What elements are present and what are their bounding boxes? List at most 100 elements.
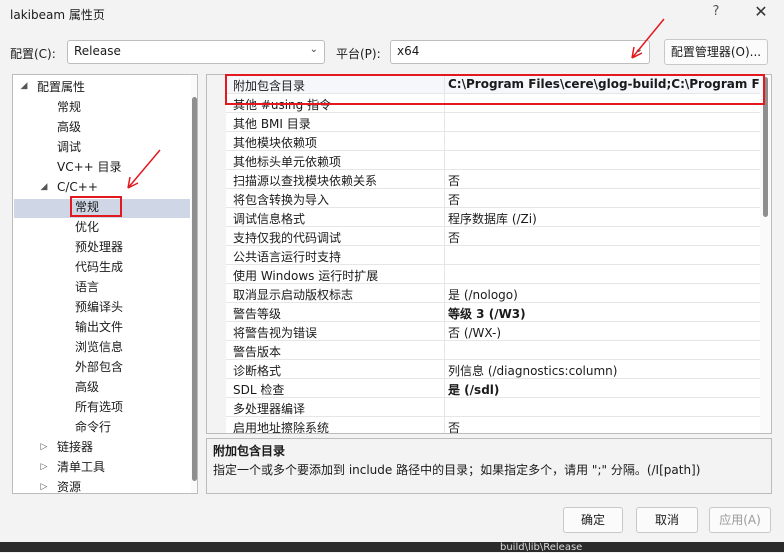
property-value[interactable]: 否 (/WX-) [448, 324, 501, 341]
highlight-box-include-dirs [225, 74, 765, 105]
property-name: 支持仅我的代码调试 [233, 231, 342, 245]
tree-item-manifest-tool[interactable]: 清单工具 [57, 458, 105, 477]
property-name: 公共语言运行时支持 [233, 250, 342, 264]
property-value[interactable]: 等级 3 (/W3) [448, 305, 526, 322]
grid-scrollbar[interactable] [760, 75, 771, 433]
property-name: 警告版本 [233, 345, 282, 359]
column-divider [444, 208, 445, 227]
property-row[interactable]: 将警告视为错误 否 (/WX-) [226, 322, 760, 341]
column-divider [444, 360, 445, 379]
ok-button[interactable]: 确定 [563, 507, 623, 533]
column-divider [444, 227, 445, 246]
expanded-arrow-icon[interactable]: ◢ [19, 81, 29, 91]
background-text: build\lib\Release [500, 542, 583, 553]
property-tree: ◢ 配置属性 常规 高级 调试 VC++ 目录 ◢ C/C++ 常规 优化 预处… [12, 74, 198, 494]
column-divider [444, 132, 445, 151]
background-window-strip [0, 542, 784, 552]
property-row[interactable]: 其他标头单元依赖项 [226, 151, 760, 170]
property-name: 取消显示启动版权标志 [233, 288, 354, 302]
tree-item-optimization[interactable]: 优化 [75, 218, 99, 237]
config-select[interactable]: Release ⌄ [67, 40, 325, 64]
property-row[interactable]: 警告等级 等级 3 (/W3) [226, 303, 760, 322]
platform-label: 平台(P): [336, 47, 381, 61]
property-row[interactable]: 取消显示启动版权标志 是 (/nologo) [226, 284, 760, 303]
property-value[interactable]: 是 (/sdl) [448, 381, 499, 398]
apply-button[interactable]: 应用(A) [709, 507, 771, 533]
property-name: 启用地址擦除系统 [233, 421, 330, 434]
property-name: 使用 Windows 运行时扩展 [233, 269, 379, 283]
configuration-manager-button[interactable]: 配置管理器(O)... [664, 39, 768, 65]
property-row[interactable]: SDL 检查 是 (/sdl) [226, 379, 760, 398]
property-row[interactable]: 诊断格式 列信息 (/diagnostics:column) [226, 360, 760, 379]
property-row[interactable]: 将包含转换为导入 否 [226, 189, 760, 208]
tree-item-external-includes[interactable]: 外部包含 [75, 358, 123, 377]
help-button[interactable]: ? [708, 4, 724, 24]
description-panel: 附加包含目录 指定一个或多个要添加到 include 路径中的目录；如果指定多个… [206, 438, 772, 494]
cancel-button[interactable]: 取消 [636, 507, 698, 533]
title-bar: lakibeam 属性页 ? ✕ [0, 0, 784, 32]
tree-item-general[interactable]: 常规 [57, 98, 81, 117]
tree-item-language[interactable]: 语言 [75, 278, 99, 297]
property-name: SDL 检查 [233, 383, 285, 397]
collapsed-arrow-icon[interactable]: ▷ [39, 482, 49, 492]
column-divider [444, 284, 445, 303]
property-name: 诊断格式 [233, 364, 282, 378]
tree-scrollbar-thumb[interactable] [192, 97, 197, 481]
column-divider [444, 303, 445, 322]
property-row[interactable]: 警告版本 [226, 341, 760, 360]
tree-item-all-options[interactable]: 所有选项 [75, 398, 123, 417]
collapsed-arrow-icon[interactable]: ▷ [39, 462, 49, 472]
tree-item-vcpp-directories[interactable]: VC++ 目录 [57, 158, 122, 177]
property-value[interactable]: 否 [448, 172, 460, 189]
property-name: 多处理器编译 [233, 402, 306, 416]
property-value[interactable]: 列信息 (/diagnostics:column) [448, 362, 617, 379]
config-value: Release [74, 44, 121, 58]
tree-item-config-properties[interactable]: 配置属性 [37, 78, 85, 97]
tree-item-output-files[interactable]: 输出文件 [75, 318, 123, 337]
property-row[interactable]: 调试信息格式 程序数据库 (/Zi) [226, 208, 760, 227]
column-divider [444, 398, 445, 417]
property-value[interactable]: 否 [448, 419, 460, 433]
property-name: 其他 BMI 目录 [233, 117, 311, 131]
tree-item-advanced[interactable]: 高级 [57, 118, 81, 137]
property-row[interactable]: 使用 Windows 运行时扩展 [226, 265, 760, 284]
property-name: 扫描源以查找模块依赖关系 [233, 174, 378, 188]
tree-scrollbar[interactable] [191, 75, 197, 493]
chevron-down-icon: ⌄ [309, 44, 318, 55]
property-value[interactable]: 否 [448, 229, 460, 246]
property-row[interactable]: 启用地址擦除系统 否 [226, 417, 760, 434]
tree-item-cpp[interactable]: C/C++ [57, 178, 98, 197]
tree-item-code-generation[interactable]: 代码生成 [75, 258, 123, 277]
property-name: 其他模块依赖项 [233, 136, 318, 150]
close-button[interactable]: ✕ [748, 2, 774, 24]
property-row[interactable]: 其他模块依赖项 [226, 132, 760, 151]
platform-select[interactable]: x64 ⌄ [390, 40, 650, 64]
tree-item-cpp-advanced[interactable]: 高级 [75, 378, 99, 397]
property-value[interactable]: 程序数据库 (/Zi) [448, 210, 537, 227]
tree-item-preprocessor[interactable]: 预处理器 [75, 238, 123, 257]
property-row[interactable]: 支持仅我的代码调试 否 [226, 227, 760, 246]
collapsed-arrow-icon[interactable]: ▷ [39, 442, 49, 452]
tree-item-command-line[interactable]: 命令行 [75, 418, 111, 437]
column-divider [444, 113, 445, 132]
property-grid: 附加包含目录 C:\Program Files\cere\glog-build;C… [206, 74, 772, 434]
platform-value: x64 [397, 44, 420, 58]
tree-item-debugging[interactable]: 调试 [57, 138, 81, 157]
property-row[interactable]: 其他 BMI 目录 [226, 113, 760, 132]
property-name: 调试信息格式 [233, 212, 306, 226]
tree-item-precompiled-headers[interactable]: 预编译头 [75, 298, 123, 317]
property-name: 警告等级 [233, 307, 282, 321]
column-divider [444, 246, 445, 265]
column-divider [444, 265, 445, 284]
property-row[interactable]: 扫描源以查找模块依赖关系 否 [226, 170, 760, 189]
property-row[interactable]: 公共语言运行时支持 [226, 246, 760, 265]
tree-item-browse-information[interactable]: 浏览信息 [75, 338, 123, 357]
property-value[interactable]: 否 [448, 191, 460, 208]
tree-item-linker[interactable]: 链接器 [57, 438, 93, 457]
property-value[interactable]: 是 (/nologo) [448, 286, 518, 303]
expanded-arrow-icon[interactable]: ◢ [39, 182, 49, 192]
chevron-down-icon: ⌄ [634, 44, 643, 55]
tree-item-resources[interactable]: 资源 [57, 478, 81, 493]
description-text: 指定一个或多个要添加到 include 路径中的目录；如果指定多个，请用 ";"… [213, 463, 701, 477]
property-row[interactable]: 多处理器编译 [226, 398, 760, 417]
